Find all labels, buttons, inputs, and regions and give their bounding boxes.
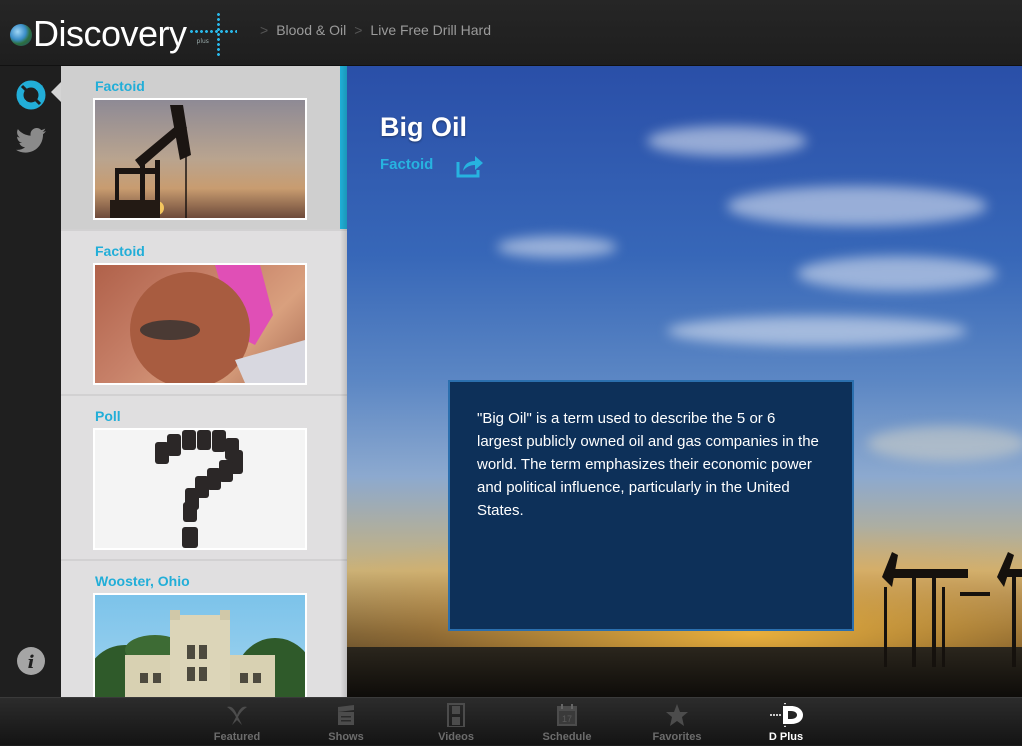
background-cloud: [647, 126, 807, 156]
breadcrumb-separator: >: [354, 22, 363, 38]
share-button[interactable]: [456, 154, 484, 178]
detail-type: Factoid: [380, 156, 434, 173]
tab-label: D Plus: [768, 731, 804, 743]
tab-label: Shows: [328, 731, 364, 743]
sync-button[interactable]: [14, 78, 48, 112]
detail-title: Big Oil: [380, 112, 467, 142]
breadcrumb-separator: >: [260, 22, 269, 38]
factoid-info-box: "Big Oil" is a term used to describe the…: [448, 380, 854, 631]
list-item[interactable]: Wooster, Ohio: [61, 561, 347, 697]
twitter-icon: [15, 128, 46, 153]
breadcrumb-episode[interactable]: Live Free Drill Hard: [370, 22, 491, 38]
item-thumbnail: [93, 98, 307, 220]
background-cloud: [867, 426, 1022, 461]
featured-icon: [227, 706, 247, 725]
info-button[interactable]: i: [14, 644, 48, 678]
top-bar: Discovery plus > Blood & Oil > Live Free…: [0, 0, 1022, 66]
tab-videos[interactable]: Videos: [411, 698, 501, 746]
tab-shows[interactable]: Shows: [301, 698, 391, 746]
item-thumbnail: [93, 428, 307, 550]
breadcrumb-show[interactable]: Blood & Oil: [276, 22, 346, 38]
background-cloud: [497, 236, 617, 258]
tab-label: Videos: [438, 731, 474, 743]
item-label: Factoid: [95, 78, 145, 94]
item-label: Factoid: [95, 243, 145, 259]
film-icon: [447, 703, 465, 727]
info-icon: i: [17, 647, 45, 675]
svg-text:17: 17: [562, 714, 572, 724]
background-cloud: [667, 316, 967, 346]
list-item[interactable]: Poll: [61, 396, 347, 561]
content-list[interactable]: Factoid Factoid Poll Wooster, Ohio: [61, 66, 347, 697]
tab-favorites[interactable]: Favorites: [632, 698, 722, 746]
tab-featured[interactable]: Featured: [192, 698, 282, 746]
discovery-plus-logo[interactable]: Discovery plus: [10, 12, 237, 56]
breadcrumb: > Blood & Oil > Live Free Drill Hard: [252, 22, 491, 38]
item-label: Wooster, Ohio: [95, 573, 190, 589]
bottom-tab-bar: Featured Shows Videos 17 Schedule Favori…: [0, 697, 1022, 745]
background-cloud: [797, 256, 997, 291]
svg-text:i: i: [28, 652, 35, 673]
tab-schedule[interactable]: 17 Schedule: [522, 698, 612, 746]
selection-pointer: [51, 82, 61, 102]
item-label: Poll: [95, 408, 121, 424]
tab-d-plus[interactable]: D Plus: [741, 698, 831, 746]
share-icon: [456, 156, 483, 178]
tab-label: Favorites: [652, 731, 702, 743]
factoid-body: "Big Oil" is a term used to describe the…: [477, 410, 819, 519]
star-icon: [666, 704, 688, 726]
tab-label: Featured: [213, 731, 261, 743]
sync-icon: [16, 80, 46, 110]
twitter-button[interactable]: [14, 124, 48, 158]
pumpjack-silhouette: [882, 552, 1022, 667]
left-rail: i: [0, 66, 61, 697]
list-divider: [340, 66, 347, 697]
item-thumbnail: [93, 263, 307, 385]
logo-suffix: plus: [196, 38, 209, 45]
background-cloud: [727, 186, 987, 226]
list-item[interactable]: Factoid: [61, 231, 347, 396]
tab-label: Schedule: [542, 731, 592, 743]
dplus-icon: [770, 703, 803, 727]
item-thumbnail: [93, 593, 307, 697]
logo-text: Discovery: [33, 13, 187, 54]
list-item[interactable]: Factoid: [61, 66, 347, 231]
plus-icon: plus: [188, 12, 237, 56]
calendar-icon: 17: [557, 704, 577, 726]
detail-panel: Big Oil Factoid "Big Oil" is a term used…: [347, 66, 1022, 697]
clapperboard-icon: [338, 705, 354, 725]
globe-icon: [10, 24, 32, 46]
